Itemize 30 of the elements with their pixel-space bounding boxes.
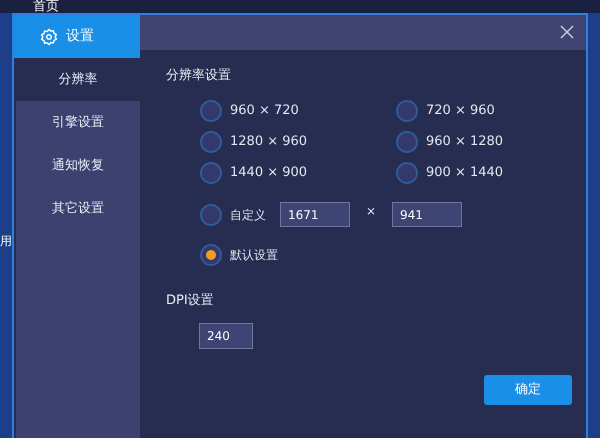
option-label: 自定义 bbox=[230, 206, 267, 224]
option-label: 默认设置 bbox=[230, 246, 278, 264]
option-label: 960 × 1280 bbox=[426, 133, 504, 152]
radio-button[interactable] bbox=[200, 162, 222, 184]
settings-icon bbox=[40, 28, 58, 46]
height-field[interactable]: 941 bbox=[392, 202, 462, 227]
option-label: 960 × 720 bbox=[230, 102, 299, 120]
times-sign: × bbox=[364, 202, 378, 220]
section-title: 分辨率设置 bbox=[166, 67, 232, 85]
radio-button[interactable] bbox=[396, 100, 418, 122]
option-label: 1440 × 900 bbox=[230, 164, 308, 182]
option-label: 720 × 960 bbox=[426, 102, 495, 120]
radio-button[interactable] bbox=[200, 244, 222, 266]
sidebar-item[interactable]: 引擎设置 bbox=[16, 101, 140, 144]
close-icon bbox=[560, 25, 574, 39]
sidebar-item[interactable]: 分辨率 bbox=[16, 58, 140, 101]
sidebar-item[interactable]: 其它设置 bbox=[16, 187, 140, 230]
option-label: 900 × 1440 bbox=[426, 164, 504, 182]
background-text: 用 bbox=[0, 233, 12, 250]
radio-button[interactable] bbox=[396, 162, 418, 184]
section-title: DPI设置 bbox=[166, 292, 215, 310]
radio-button[interactable] bbox=[200, 204, 222, 226]
option-label: 1280 × 960 bbox=[230, 133, 308, 152]
dialog-title: 设置 bbox=[66, 27, 94, 46]
sidebar-item[interactable]: 通知恢复 bbox=[16, 144, 140, 187]
radio-button[interactable] bbox=[396, 131, 418, 153]
radio-button[interactable] bbox=[200, 131, 222, 153]
dpi-field[interactable]: 240 bbox=[199, 323, 253, 349]
width-field[interactable]: 1671 bbox=[280, 202, 350, 227]
radio-button[interactable] bbox=[200, 100, 222, 122]
